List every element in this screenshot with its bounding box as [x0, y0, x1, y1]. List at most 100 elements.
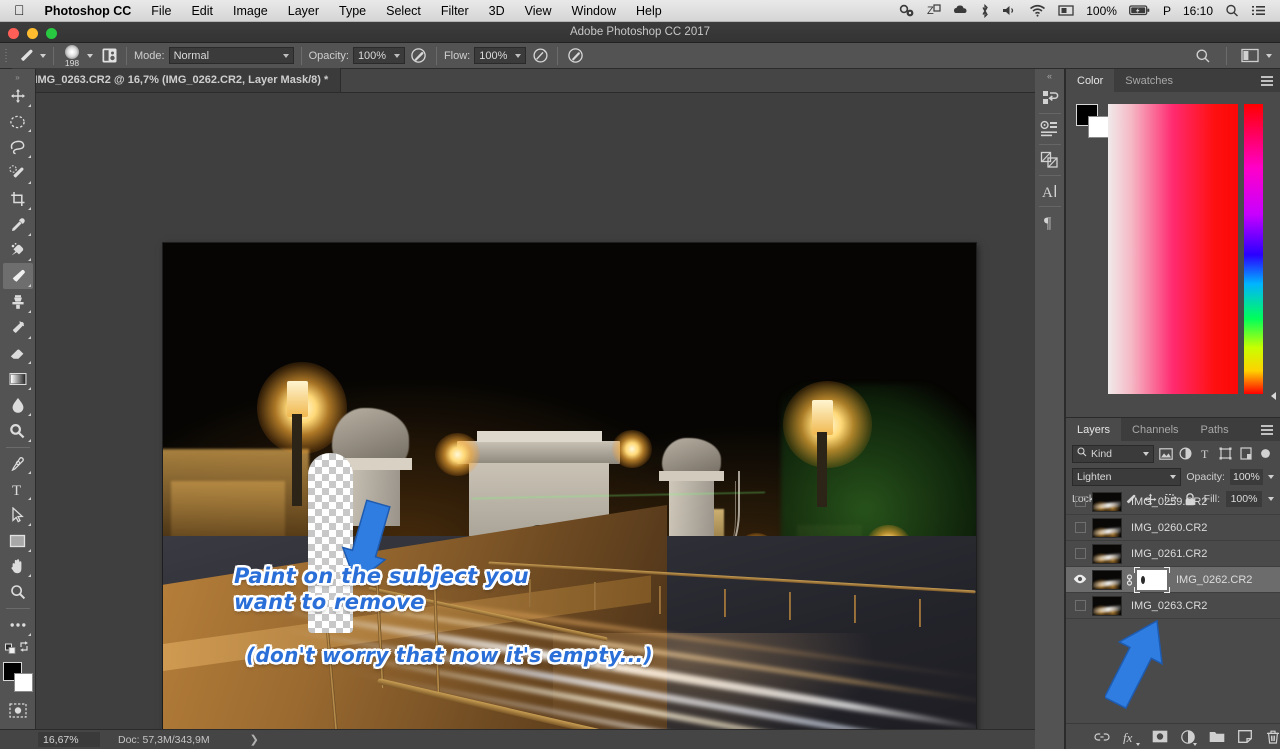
background-color-swatch[interactable] — [1088, 116, 1110, 138]
edit-toolbar[interactable] — [3, 612, 33, 638]
menu-app-name[interactable]: Photoshop CC — [35, 0, 142, 22]
layer-mask-thumbnail[interactable] — [1134, 566, 1170, 593]
opacity-input[interactable]: 100% — [352, 47, 405, 64]
tools-panel-grip[interactable]: » — [0, 73, 35, 83]
evernote-icon[interactable]: Z — [921, 4, 947, 17]
dodge-tool[interactable] — [3, 418, 33, 444]
brush-preset-picker-icon[interactable]: 198 — [61, 44, 83, 68]
zoom-tool[interactable] — [3, 579, 33, 605]
window-controls[interactable] — [8, 28, 57, 39]
character-panel-icon[interactable]: A — [1036, 176, 1064, 206]
bluetooth-icon[interactable] — [974, 3, 996, 18]
status-expand-arrow-icon[interactable]: ❯ — [250, 733, 259, 746]
table-row[interactable]: IMG_0261.CR2 — [1066, 541, 1280, 567]
quick-selection-tool[interactable] — [3, 160, 33, 186]
brush-preset-caret-icon[interactable] — [87, 53, 93, 58]
document-canvas[interactable]: Paint on the subject you want to remove … — [163, 243, 976, 729]
wifi-icon[interactable] — [1023, 4, 1052, 17]
tab-layers[interactable]: Layers — [1066, 418, 1122, 441]
battery-icon[interactable] — [1123, 4, 1157, 17]
flow-input[interactable]: 100% — [474, 47, 527, 64]
new-group-button[interactable] — [1209, 728, 1225, 746]
menu-file[interactable]: File — [141, 0, 181, 22]
menu-edit[interactable]: Edit — [181, 0, 223, 22]
input-source-icon[interactable] — [1052, 4, 1080, 17]
filter-smartobject-icon[interactable] — [1238, 445, 1254, 463]
close-window-button[interactable] — [8, 28, 19, 39]
options-bar-grip[interactable] — [0, 43, 12, 68]
lasso-tool[interactable] — [3, 134, 33, 160]
menu-layer[interactable]: Layer — [278, 0, 329, 22]
document-tab[interactable]: × IMG_0263.CR2 @ 16,7% (IMG_0262.CR2, La… — [12, 68, 342, 92]
gradient-tool[interactable] — [3, 366, 33, 392]
tab-swatches[interactable]: Swatches — [1114, 69, 1184, 92]
panel-menu-icon[interactable] — [1261, 76, 1273, 88]
menu-help[interactable]: Help — [626, 0, 672, 22]
crop-tool[interactable] — [3, 186, 33, 212]
pressure-opacity-icon[interactable] — [409, 46, 429, 66]
menu-image[interactable]: Image — [223, 0, 278, 22]
color-panel-body[interactable] — [1066, 92, 1280, 417]
tab-paths[interactable]: Paths — [1190, 418, 1240, 441]
menu-type[interactable]: Type — [329, 0, 376, 22]
volume-icon[interactable] — [996, 4, 1023, 17]
filter-enable-toggle-icon[interactable] — [1258, 445, 1274, 463]
spotlight-search-icon[interactable] — [1219, 4, 1245, 17]
apple-logo-icon[interactable]:  — [8, 2, 35, 20]
chevron-down-icon[interactable] — [1268, 475, 1274, 479]
table-row[interactable]: IMG_0259.CR2 — [1066, 489, 1280, 515]
smoothing-icon[interactable] — [565, 46, 585, 66]
workspace-switcher-icon[interactable] — [1240, 46, 1260, 66]
elliptical-marquee-tool[interactable] — [3, 109, 33, 135]
move-tool[interactable] — [3, 83, 33, 109]
layer-visibility-toggle[interactable] — [1070, 567, 1090, 593]
brush-tool-preset-caret-icon[interactable] — [40, 53, 46, 58]
path-selection-tool[interactable] — [3, 502, 33, 528]
brush-tool[interactable] — [2, 263, 33, 290]
search-icon[interactable] — [1193, 46, 1213, 66]
layer-thumbnail[interactable] — [1092, 517, 1122, 538]
layer-opacity-input[interactable]: 100% — [1229, 469, 1263, 485]
layer-visibility-toggle[interactable] — [1070, 515, 1090, 541]
background-color-swatch[interactable] — [13, 672, 33, 692]
table-row[interactable]: IMG_0262.CR2 — [1066, 566, 1280, 593]
layer-thumbnail[interactable] — [1092, 491, 1122, 512]
dropbox-sync-icon[interactable] — [893, 4, 921, 17]
clone-stamp-tool[interactable] — [3, 289, 33, 315]
minimize-window-button[interactable] — [27, 28, 38, 39]
layer-thumbnail[interactable] — [1092, 543, 1122, 564]
menu-filter[interactable]: Filter — [431, 0, 479, 22]
canvas-area[interactable]: Paint on the subject you want to remove … — [36, 93, 1035, 729]
menu-3d[interactable]: 3D — [479, 0, 515, 22]
tab-color[interactable]: Color — [1066, 69, 1115, 92]
properties-panel-icon[interactable] — [1036, 114, 1064, 144]
pen-tool[interactable] — [3, 451, 33, 477]
color-swatches[interactable] — [2, 661, 33, 692]
airbrush-icon[interactable] — [530, 46, 550, 66]
workspace-caret-icon[interactable] — [1266, 53, 1272, 58]
layer-thumbnail[interactable] — [1092, 569, 1122, 590]
link-layers-button[interactable] — [1094, 728, 1110, 746]
menu-view[interactable]: View — [515, 0, 562, 22]
eyedropper-tool[interactable] — [3, 212, 33, 238]
layer-blend-mode-select[interactable]: Lighten — [1072, 468, 1182, 486]
type-tool[interactable]: T — [3, 476, 33, 502]
clock-label[interactable]: 16:10 — [1177, 0, 1219, 22]
default-colors-and-swap[interactable] — [3, 638, 33, 658]
layer-styles-button[interactable]: fx — [1123, 728, 1140, 746]
hue-strip[interactable] — [1244, 104, 1263, 394]
history-panel-icon[interactable] — [1036, 83, 1064, 113]
color-spectrum-ramp[interactable] — [1108, 104, 1238, 394]
new-layer-button[interactable] — [1238, 728, 1253, 746]
filter-shape-icon[interactable] — [1218, 445, 1234, 463]
maximize-window-button[interactable] — [46, 28, 57, 39]
layer-filter-kind-select[interactable]: Kind — [1072, 444, 1154, 463]
menu-select[interactable]: Select — [376, 0, 431, 22]
new-adjustment-layer-button[interactable] — [1181, 728, 1197, 746]
spot-healing-brush-tool[interactable] — [3, 238, 33, 264]
rectangle-tool[interactable] — [3, 528, 33, 554]
blur-tool[interactable] — [3, 392, 33, 418]
color-panel-swatches[interactable] — [1076, 104, 1110, 138]
paragraph-panel-icon[interactable]: ¶ — [1036, 207, 1064, 237]
keyboard-layout-label[interactable]: P — [1157, 0, 1177, 22]
